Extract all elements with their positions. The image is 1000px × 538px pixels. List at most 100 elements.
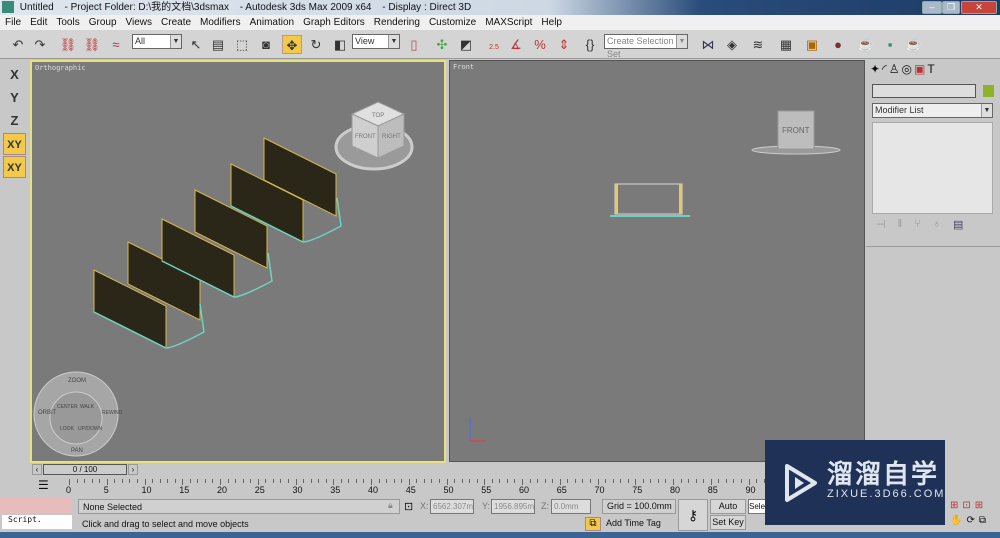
prev-frame-button[interactable]: ‹ — [32, 464, 42, 475]
remove-modifier-icon[interactable]: ♁ — [933, 218, 941, 231]
track-bar[interactable]: 0 5 10 15 20 25 30 35 40 45 50 55 60 65 70 75 80 85 90 — [60, 477, 770, 497]
display-tab-icon[interactable]: ▣ — [914, 62, 925, 76]
redo-icon[interactable]: ↷ — [30, 35, 50, 54]
select-and-move-icon[interactable]: ✥ — [282, 35, 302, 54]
menu-edit[interactable]: Edit — [30, 15, 47, 30]
menu-rendering[interactable]: Rendering — [374, 15, 420, 30]
hierarchy-tab-icon[interactable]: ♙ — [889, 62, 900, 76]
zoom-all-icon[interactable]: ⊡ — [962, 500, 970, 511]
modify-tab-icon[interactable]: ◜ — [882, 62, 887, 76]
unlink-icon[interactable]: ⛓ — [82, 35, 102, 54]
select-by-name-icon[interactable]: ▤ — [208, 35, 228, 54]
maximize-button[interactable]: ❐ — [942, 1, 960, 14]
angle-snap-icon[interactable]: ∡ — [506, 35, 526, 54]
render-setup-icon[interactable]: ☕ — [856, 35, 876, 54]
create-tab-icon[interactable]: ✦ — [870, 62, 880, 76]
pan-hand-icon[interactable]: ✋ — [950, 515, 962, 526]
orbit-icon[interactable]: ⟳ — [966, 515, 974, 526]
wall-panels[interactable] — [93, 137, 342, 349]
y-coordinate-field[interactable]: 1956.895m — [491, 499, 535, 514]
wall-front-view[interactable] — [610, 183, 690, 217]
reference-coordinate-dropdown[interactable]: View ▼ — [352, 34, 400, 49]
pin-stack-icon[interactable]: ⊣ — [876, 218, 886, 231]
z-coordinate-field[interactable]: 0.0mm — [551, 499, 591, 514]
spinner-snap-icon[interactable]: ⇕ — [554, 35, 574, 54]
lock-icon[interactable]: 🔒︎ — [388, 500, 393, 511]
schematic-view-icon[interactable]: ▣ — [802, 35, 822, 54]
curve-editor-icon[interactable]: ▦ — [776, 35, 796, 54]
minimize-button[interactable]: – — [922, 1, 942, 14]
bind-space-warp-icon[interactable]: ≈ — [106, 35, 126, 54]
window-crossing-icon[interactable]: ◙ — [256, 35, 276, 54]
add-time-tag[interactable]: Add Time Tag — [602, 517, 676, 531]
steering-wheel[interactable]: ZOOM ORBIT CENTER WALK REWIND LOOK UP/DO… — [33, 371, 123, 457]
time-tag-icon[interactable]: ⧉ — [585, 517, 601, 531]
menu-group[interactable]: Group — [89, 15, 117, 30]
zoom-extents-all-icon[interactable]: ⊞ — [975, 500, 983, 511]
object-color-swatch[interactable] — [983, 85, 994, 97]
pivot-center-icon[interactable]: ▯ — [404, 35, 424, 54]
close-button[interactable]: ✕ — [961, 1, 997, 14]
select-object-icon[interactable]: ↖ — [186, 35, 206, 54]
time-slider[interactable]: ‹ 0 / 100 › — [30, 463, 142, 476]
constrain-z-button[interactable]: Z — [3, 110, 26, 132]
set-key-button[interactable]: Set Key — [710, 515, 746, 530]
snap-axis-constraint-button[interactable]: XY — [3, 156, 26, 178]
show-end-result-icon[interactable]: ‖ — [898, 218, 903, 231]
rectangular-selection-icon[interactable]: ⬚ — [232, 35, 252, 54]
manipulate-icon[interactable]: ✣ — [432, 35, 452, 54]
x-coordinate-field[interactable]: 6562.307m — [430, 499, 474, 514]
material-editor-icon[interactable]: ● — [828, 35, 848, 54]
percent-snap-icon[interactable]: % — [530, 35, 550, 54]
viewcube[interactable]: FRONT — [751, 110, 841, 155]
menu-tools[interactable]: Tools — [56, 15, 79, 30]
auto-key-button[interactable]: Auto Key — [710, 499, 746, 524]
open-mini-curve-editor-icon[interactable]: ☰ — [38, 478, 49, 492]
make-unique-icon[interactable]: ⑂ — [914, 218, 921, 231]
select-and-scale-icon[interactable]: ◧ — [330, 35, 350, 54]
object-name-field[interactable] — [872, 84, 976, 98]
align-icon[interactable]: ◈ — [722, 35, 742, 54]
menu-create[interactable]: Create — [161, 15, 191, 30]
undo-icon[interactable]: ↶ — [8, 35, 28, 54]
select-link-icon[interactable]: ⛓ — [58, 35, 78, 54]
constrain-y-button[interactable]: Y — [3, 87, 26, 109]
next-frame-button[interactable]: › — [128, 464, 138, 475]
edit-named-selection-icon[interactable]: {} — [580, 35, 600, 54]
maximize-viewport-icon[interactable]: ⧉ — [979, 515, 986, 526]
set-key-mode-key-icon[interactable]: ⚷ — [678, 499, 708, 531]
orthographic-viewport[interactable]: Orthographic TOP FRONT RIGHT ZOOM ORBIT … — [30, 60, 446, 463]
time-slider-thumb[interactable]: 0 / 100 — [43, 464, 127, 475]
zoom-extents-icon[interactable]: ⊞ — [950, 500, 958, 511]
constrain-xy-button[interactable]: XY — [3, 133, 26, 155]
menu-file[interactable]: File — [5, 15, 21, 30]
motion-tab-icon[interactable]: ◎ — [901, 62, 911, 76]
layer-manager-icon[interactable]: ≋ — [748, 35, 768, 54]
menu-help[interactable]: Help — [541, 15, 562, 30]
maxscript-mini-listener[interactable]: Script. — [2, 515, 72, 529]
viewcube[interactable]: TOP FRONT RIGHT — [334, 101, 414, 171]
modifier-list-dropdown[interactable]: Modifier List ▼ — [872, 103, 993, 118]
menu-graph-editors[interactable]: Graph Editors — [303, 15, 365, 30]
menu-customize[interactable]: Customize — [429, 15, 476, 30]
transform-mode-icon[interactable]: ⊡ — [404, 500, 413, 513]
constrain-x-button[interactable]: X — [3, 64, 26, 86]
rendered-frame-window-icon[interactable]: ▪ — [880, 35, 900, 54]
front-viewport[interactable]: Front FRONT — [449, 60, 865, 462]
menu-views[interactable]: Views — [126, 15, 153, 30]
utilities-tab-icon[interactable]: T — [927, 62, 934, 76]
select-and-rotate-icon[interactable]: ↻ — [306, 35, 326, 54]
menu-animation[interactable]: Animation — [250, 15, 294, 30]
menu-maxscript[interactable]: MAXScript — [485, 15, 532, 30]
quick-render-icon[interactable]: ☕ — [904, 35, 924, 54]
maxscript-listener-pink[interactable] — [0, 498, 72, 513]
track-tick — [703, 479, 705, 483]
keyboard-shortcut-override-icon[interactable]: ◩ — [456, 35, 476, 54]
mirror-icon[interactable]: ⋈ — [698, 35, 718, 54]
selection-filter-dropdown[interactable]: All ▼ — [132, 34, 182, 49]
menu-modifiers[interactable]: Modifiers — [200, 15, 241, 30]
snaps-toggle-icon[interactable]: 2.5 — [484, 35, 504, 54]
modifier-stack[interactable] — [872, 122, 993, 214]
configure-modifier-sets-icon[interactable]: ▤ — [953, 218, 963, 231]
named-selection-dropdown[interactable]: Create Selection Set ▼ — [604, 34, 688, 59]
